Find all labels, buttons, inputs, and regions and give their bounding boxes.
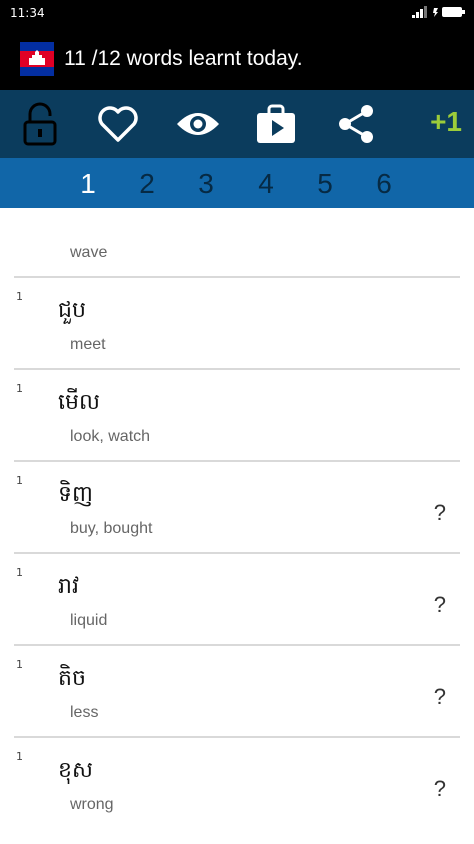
heart-icon — [98, 106, 138, 142]
play-store-icon — [257, 104, 295, 143]
list-item-word: រាវ — [58, 574, 79, 599]
list-item-number: 1 — [16, 658, 23, 671]
share-icon — [339, 105, 373, 143]
title-bar: 11 /12 words learnt today. — [0, 28, 474, 90]
list-item[interactable]: 1 រាវ liquid ? — [0, 554, 474, 646]
share-button[interactable] — [332, 100, 380, 148]
cambodia-flag-icon — [20, 42, 54, 76]
list-item-word: ទិញ — [58, 482, 93, 507]
list-item-number: 1 — [16, 474, 23, 487]
list-item-word: តិច — [58, 666, 86, 691]
list-item-number: 1 — [16, 566, 23, 579]
list-item-number: 1 — [16, 750, 23, 763]
list-item-meaning: less — [70, 704, 99, 721]
list-item-number: 1 — [16, 290, 23, 303]
signal-icon — [412, 6, 427, 18]
list-item[interactable]: 1 មើល look, watch — [0, 370, 474, 462]
list-item-question[interactable]: ? — [434, 592, 446, 618]
page-title: 11 /12 words learnt today. — [64, 47, 303, 70]
list-item-word-cut: ····· — [58, 208, 92, 214]
list-item-meaning: wrong — [70, 796, 114, 813]
tab-6[interactable]: 6 — [369, 168, 399, 200]
lock-button[interactable] — [16, 100, 64, 148]
lock-open-icon — [23, 102, 57, 146]
list-item-meaning: liquid — [70, 612, 108, 629]
list-item-meaning: meet — [70, 336, 106, 353]
list-item-number: 1 — [16, 382, 23, 395]
status-bar: 11:34 — [0, 0, 474, 28]
list-item[interactable]: 1 ទិញ buy, bought ? — [0, 462, 474, 554]
tab-1[interactable]: 1 — [73, 168, 103, 200]
word-list: ····· wave 1 ជួប meet 1 មើល look, watch … — [0, 208, 474, 844]
tab-3[interactable]: 3 — [191, 168, 221, 200]
view-button[interactable] — [174, 100, 222, 148]
battery-icon — [433, 7, 465, 17]
list-item-question[interactable]: ? — [434, 776, 446, 802]
favorite-button[interactable] — [94, 100, 142, 148]
list-item[interactable]: 1 ជួប meet — [0, 278, 474, 370]
list-item-word: មើល — [58, 390, 100, 415]
eye-icon — [177, 113, 219, 135]
status-time: 11:34 — [10, 6, 45, 20]
status-icons — [412, 6, 466, 18]
tab-2[interactable]: 2 — [132, 168, 162, 200]
list-item[interactable]: 1 តិច less ? — [0, 646, 474, 738]
play-store-button[interactable] — [252, 100, 300, 148]
tab-4[interactable]: 4 — [251, 168, 281, 200]
list-item-word: ជួប — [58, 298, 86, 323]
level-tabs: 1 2 3 4 5 6 — [0, 158, 474, 208]
list-item-meaning: look, watch — [70, 428, 151, 445]
toolbar: +1 — [0, 90, 474, 158]
list-item[interactable]: 1 ខុស wrong ? — [0, 738, 474, 830]
list-item-question[interactable]: ? — [434, 684, 446, 710]
list-item-meaning: buy, bought — [70, 520, 153, 537]
list-item[interactable]: ····· wave — [0, 208, 474, 278]
tab-5[interactable]: 5 — [310, 168, 340, 200]
list-item-question[interactable]: ? — [434, 500, 446, 526]
list-item-word: ខុស — [58, 758, 93, 783]
plus-one-button[interactable]: +1 — [430, 106, 462, 138]
list-item-meaning: wave — [70, 244, 108, 261]
